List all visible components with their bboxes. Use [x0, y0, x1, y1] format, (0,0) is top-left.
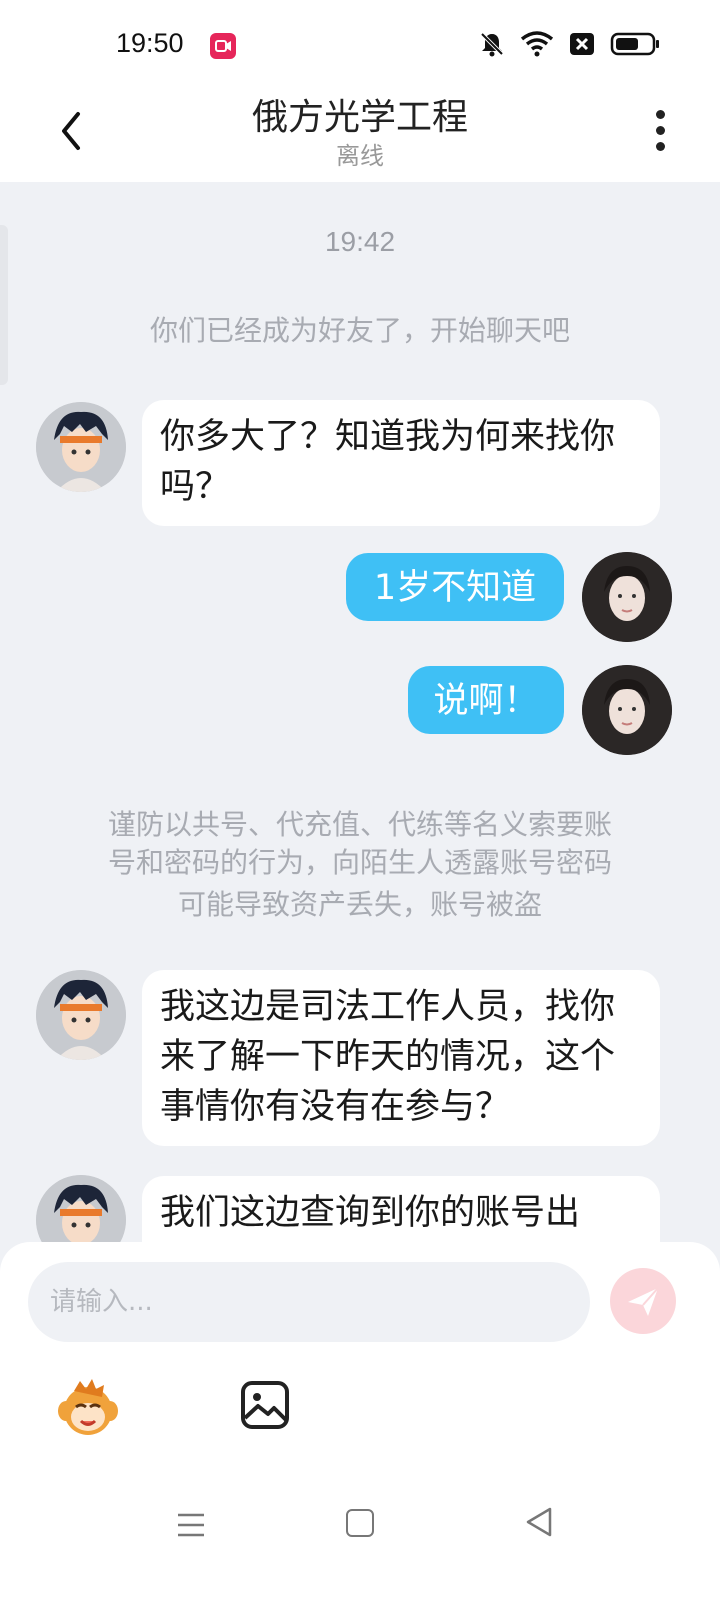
bell-muted-icon: [478, 30, 506, 62]
friend-notice: 你们已经成为好友了，开始聊天吧: [149, 314, 570, 347]
security-warning-line: 号和密码的行为，向陌生人透露账号密码: [107, 846, 612, 879]
message-input[interactable]: [28, 1262, 590, 1342]
monkey-emoji-icon: [58, 1379, 118, 1435]
message-timestamp: 19:42: [324, 226, 396, 257]
chat-header: 俄方光学工程 离线: [0, 90, 720, 182]
send-button[interactable]: [610, 1268, 676, 1334]
online-status: 离线: [336, 142, 384, 170]
screen-record-icon: [210, 33, 236, 59]
message-bubble[interactable]: 你多大了？知道我为何来找你吗？: [142, 400, 660, 526]
system-nav-bar: [0, 1480, 720, 1600]
image-icon: [241, 1381, 289, 1429]
wifi-icon: [520, 30, 554, 62]
triangle-back-icon: [526, 1507, 552, 1537]
status-time: 19:50: [116, 28, 184, 58]
more-options-button[interactable]: [648, 104, 672, 164]
my-avatar[interactable]: [582, 665, 672, 755]
recent-apps-button[interactable]: [176, 1510, 206, 1544]
battery-icon: [610, 30, 660, 62]
message-bubble[interactable]: 1岁不知道: [346, 553, 564, 621]
home-button[interactable]: [346, 1509, 374, 1537]
send-icon: [628, 1287, 659, 1316]
sim-off-icon: [568, 30, 596, 62]
system-back-button[interactable]: [524, 1506, 554, 1542]
contact-avatar[interactable]: [36, 970, 126, 1060]
contact-avatar[interactable]: [36, 402, 126, 492]
message-bubble[interactable]: 我这边是司法工作人员，找你来了解一下昨天的情况，这个事情你有没有在参与？: [142, 970, 660, 1146]
message-bubble[interactable]: 说啊！: [408, 666, 564, 734]
my-avatar[interactable]: [582, 552, 672, 642]
emoji-button[interactable]: [56, 1377, 120, 1441]
security-warning-line: 可能导致资产丢失，账号被盗: [177, 888, 542, 921]
image-button[interactable]: [240, 1380, 290, 1430]
menu-icon: [178, 1513, 204, 1537]
status-bar: 19:50: [0, 0, 720, 90]
